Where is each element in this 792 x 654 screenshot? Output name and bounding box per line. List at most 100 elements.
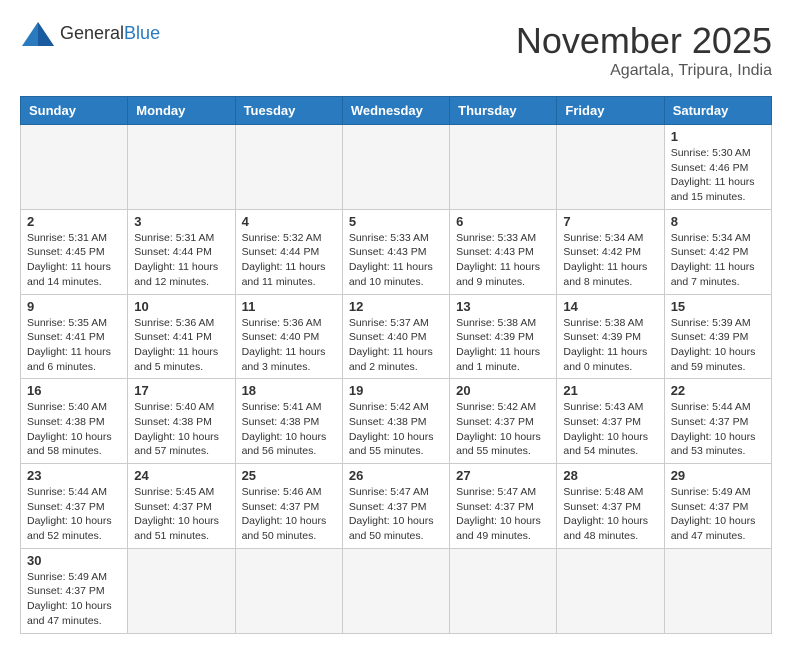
day-cell: 12 Sunrise: 5:37 AM Sunset: 4:40 PM Dayli… xyxy=(342,294,449,379)
day-number: 4 xyxy=(242,214,336,229)
day-cell: 21 Sunrise: 5:43 AM Sunset: 4:37 PM Dayli… xyxy=(557,379,664,464)
day-cell: 9 Sunrise: 5:35 AM Sunset: 4:41 PM Daylig… xyxy=(21,294,128,379)
day-info: Sunrise: 5:34 AM Sunset: 4:42 PM Dayligh… xyxy=(563,231,657,290)
day-info: Sunrise: 5:36 AM Sunset: 4:40 PM Dayligh… xyxy=(242,316,336,375)
day-cell: 5 Sunrise: 5:33 AM Sunset: 4:43 PM Daylig… xyxy=(342,209,449,294)
day-number: 30 xyxy=(27,553,121,568)
weekday-header-friday: Friday xyxy=(557,97,664,125)
day-info: Sunrise: 5:40 AM Sunset: 4:38 PM Dayligh… xyxy=(27,400,121,459)
weekday-header-wednesday: Wednesday xyxy=(342,97,449,125)
day-info: Sunrise: 5:48 AM Sunset: 4:37 PM Dayligh… xyxy=(563,485,657,544)
day-number: 18 xyxy=(242,383,336,398)
day-info: Sunrise: 5:42 AM Sunset: 4:38 PM Dayligh… xyxy=(349,400,443,459)
month-title: November 2025 xyxy=(516,20,772,62)
logo: GeneralBlue xyxy=(20,20,160,48)
day-info: Sunrise: 5:33 AM Sunset: 4:43 PM Dayligh… xyxy=(349,231,443,290)
day-number: 27 xyxy=(456,468,550,483)
day-number: 26 xyxy=(349,468,443,483)
day-number: 5 xyxy=(349,214,443,229)
weekday-header-monday: Monday xyxy=(128,97,235,125)
day-cell: 2Sunrise: 5:31 AM Sunset: 4:45 PM Daylig… xyxy=(21,209,128,294)
day-cell: 19 Sunrise: 5:42 AM Sunset: 4:38 PM Dayli… xyxy=(342,379,449,464)
location: Agartala, Tripura, India xyxy=(516,62,772,80)
weekday-header-row: SundayMondayTuesdayWednesdayThursdayFrid… xyxy=(21,97,772,125)
week-row-4: 23 Sunrise: 5:44 AM Sunset: 4:37 PM Dayli… xyxy=(21,464,772,549)
day-cell xyxy=(235,125,342,210)
day-info: Sunrise: 5:43 AM Sunset: 4:37 PM Dayligh… xyxy=(563,400,657,459)
weekday-header-thursday: Thursday xyxy=(450,97,557,125)
day-number: 15 xyxy=(671,299,765,314)
day-info: Sunrise: 5:47 AM Sunset: 4:37 PM Dayligh… xyxy=(349,485,443,544)
day-number: 25 xyxy=(242,468,336,483)
calendar: SundayMondayTuesdayWednesdayThursdayFrid… xyxy=(20,96,772,634)
day-number: 20 xyxy=(456,383,550,398)
day-info: Sunrise: 5:49 AM Sunset: 4:37 PM Dayligh… xyxy=(27,570,121,629)
week-row-0: 1 Sunrise: 5:30 AM Sunset: 4:46 PM Daylig… xyxy=(21,125,772,210)
day-number: 8 xyxy=(671,214,765,229)
day-cell: 22Sunrise: 5:44 AM Sunset: 4:37 PM Dayli… xyxy=(664,379,771,464)
day-info: Sunrise: 5:37 AM Sunset: 4:40 PM Dayligh… xyxy=(349,316,443,375)
day-number: 10 xyxy=(134,299,228,314)
day-number: 24 xyxy=(134,468,228,483)
day-cell: 10Sunrise: 5:36 AM Sunset: 4:41 PM Dayli… xyxy=(128,294,235,379)
day-number: 14 xyxy=(563,299,657,314)
logo-general: General xyxy=(60,23,124,43)
day-cell: 18 Sunrise: 5:41 AM Sunset: 4:38 PM Dayli… xyxy=(235,379,342,464)
day-cell: 15Sunrise: 5:39 AM Sunset: 4:39 PM Dayli… xyxy=(664,294,771,379)
title-block: November 2025 Agartala, Tripura, India xyxy=(516,20,772,80)
day-info: Sunrise: 5:46 AM Sunset: 4:37 PM Dayligh… xyxy=(242,485,336,544)
day-info: Sunrise: 5:42 AM Sunset: 4:37 PM Dayligh… xyxy=(456,400,550,459)
day-info: Sunrise: 5:30 AM Sunset: 4:46 PM Dayligh… xyxy=(671,146,765,205)
day-cell xyxy=(128,125,235,210)
day-number: 29 xyxy=(671,468,765,483)
day-number: 7 xyxy=(563,214,657,229)
day-number: 16 xyxy=(27,383,121,398)
week-row-2: 9 Sunrise: 5:35 AM Sunset: 4:41 PM Daylig… xyxy=(21,294,772,379)
day-cell: 25 Sunrise: 5:46 AM Sunset: 4:37 PM Dayli… xyxy=(235,464,342,549)
logo-blue: Blue xyxy=(124,23,160,43)
day-cell xyxy=(21,125,128,210)
day-cell: 11 Sunrise: 5:36 AM Sunset: 4:40 PM Dayli… xyxy=(235,294,342,379)
day-cell: 6Sunrise: 5:33 AM Sunset: 4:43 PM Daylig… xyxy=(450,209,557,294)
day-number: 28 xyxy=(563,468,657,483)
day-number: 21 xyxy=(563,383,657,398)
page-header: GeneralBlue November 2025 Agartala, Trip… xyxy=(20,20,772,80)
day-number: 1 xyxy=(671,129,765,144)
day-cell: 7 Sunrise: 5:34 AM Sunset: 4:42 PM Daylig… xyxy=(557,209,664,294)
day-info: Sunrise: 5:40 AM Sunset: 4:38 PM Dayligh… xyxy=(134,400,228,459)
day-number: 19 xyxy=(349,383,443,398)
day-cell xyxy=(450,548,557,633)
day-cell: 26 Sunrise: 5:47 AM Sunset: 4:37 PM Dayli… xyxy=(342,464,449,549)
day-info: Sunrise: 5:38 AM Sunset: 4:39 PM Dayligh… xyxy=(456,316,550,375)
day-cell xyxy=(557,125,664,210)
day-cell xyxy=(450,125,557,210)
day-cell xyxy=(342,125,449,210)
day-number: 9 xyxy=(27,299,121,314)
day-cell: 13Sunrise: 5:38 AM Sunset: 4:39 PM Dayli… xyxy=(450,294,557,379)
day-info: Sunrise: 5:44 AM Sunset: 4:37 PM Dayligh… xyxy=(27,485,121,544)
day-info: Sunrise: 5:41 AM Sunset: 4:38 PM Dayligh… xyxy=(242,400,336,459)
day-cell: 1 Sunrise: 5:30 AM Sunset: 4:46 PM Daylig… xyxy=(664,125,771,210)
week-row-1: 2Sunrise: 5:31 AM Sunset: 4:45 PM Daylig… xyxy=(21,209,772,294)
day-info: Sunrise: 5:45 AM Sunset: 4:37 PM Dayligh… xyxy=(134,485,228,544)
weekday-header-tuesday: Tuesday xyxy=(235,97,342,125)
day-cell: 8Sunrise: 5:34 AM Sunset: 4:42 PM Daylig… xyxy=(664,209,771,294)
day-cell: 16 Sunrise: 5:40 AM Sunset: 4:38 PM Dayli… xyxy=(21,379,128,464)
day-cell: 4Sunrise: 5:32 AM Sunset: 4:44 PM Daylig… xyxy=(235,209,342,294)
day-cell: 14Sunrise: 5:38 AM Sunset: 4:39 PM Dayli… xyxy=(557,294,664,379)
day-info: Sunrise: 5:47 AM Sunset: 4:37 PM Dayligh… xyxy=(456,485,550,544)
day-cell: 29Sunrise: 5:49 AM Sunset: 4:37 PM Dayli… xyxy=(664,464,771,549)
day-cell: 24 Sunrise: 5:45 AM Sunset: 4:37 PM Dayli… xyxy=(128,464,235,549)
day-info: Sunrise: 5:31 AM Sunset: 4:45 PM Dayligh… xyxy=(27,231,121,290)
day-info: Sunrise: 5:33 AM Sunset: 4:43 PM Dayligh… xyxy=(456,231,550,290)
day-number: 23 xyxy=(27,468,121,483)
day-number: 12 xyxy=(349,299,443,314)
day-cell xyxy=(128,548,235,633)
day-info: Sunrise: 5:35 AM Sunset: 4:41 PM Dayligh… xyxy=(27,316,121,375)
day-cell: 23 Sunrise: 5:44 AM Sunset: 4:37 PM Dayli… xyxy=(21,464,128,549)
day-cell xyxy=(557,548,664,633)
day-cell: 20 Sunrise: 5:42 AM Sunset: 4:37 PM Dayli… xyxy=(450,379,557,464)
day-number: 11 xyxy=(242,299,336,314)
day-cell xyxy=(342,548,449,633)
week-row-3: 16 Sunrise: 5:40 AM Sunset: 4:38 PM Dayli… xyxy=(21,379,772,464)
